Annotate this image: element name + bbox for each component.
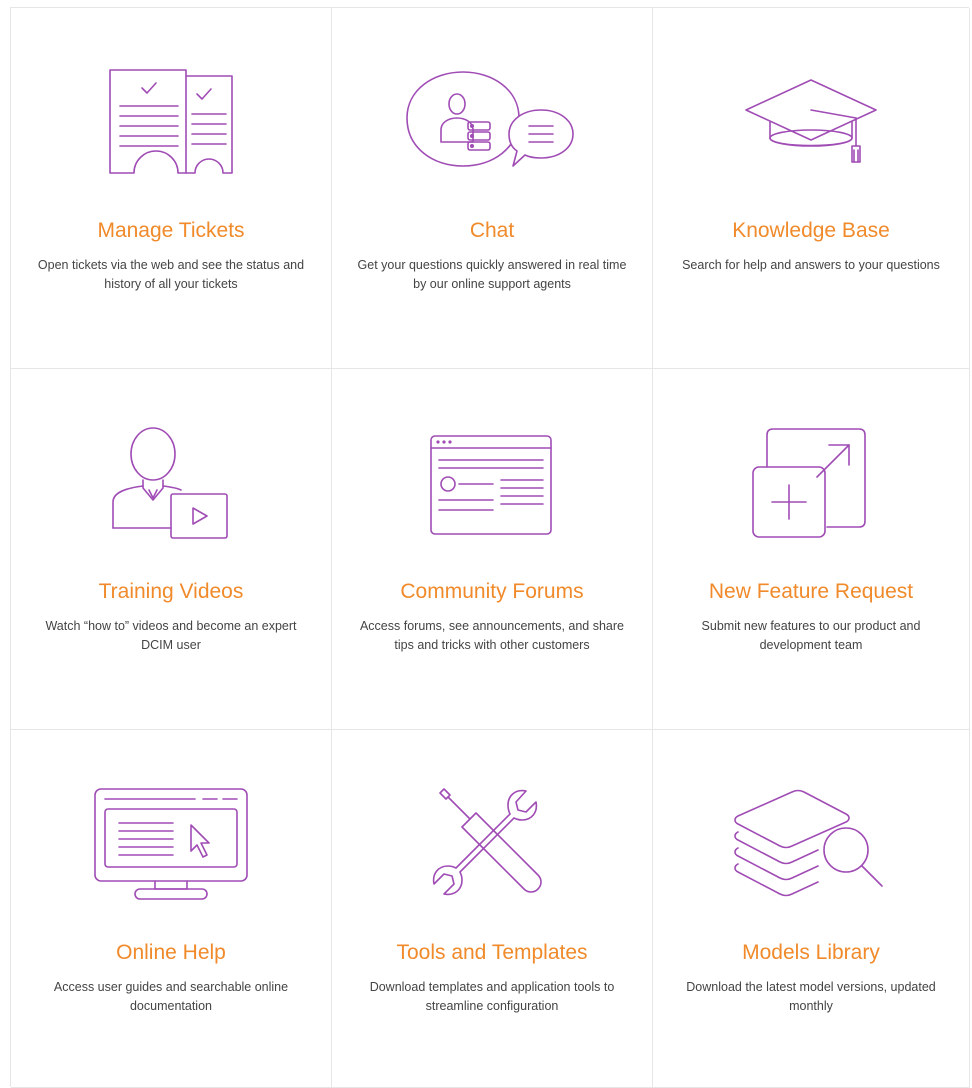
card-description: Get your questions quickly answered in r… [357, 258, 627, 291]
card-title[interactable]: Training Videos [11, 579, 331, 605]
card-description: Download templates and application tools… [369, 980, 615, 1013]
card-description: Download the latest model versions, upda… [686, 980, 936, 1013]
card-title[interactable]: Tools and Templates [332, 940, 652, 966]
card-description: Access forums, see announcements, and sh… [359, 619, 625, 652]
card-knowledge-base[interactable]: Knowledge Base Search for help and answe… [653, 8, 970, 369]
card-new-feature-request[interactable]: New Feature Request Submit new features … [653, 369, 970, 730]
card-description: Open tickets via the web and see the sta… [37, 258, 305, 291]
training-video-icon [11, 424, 331, 544]
new-feature-icon [653, 424, 969, 544]
card-manage-tickets[interactable]: Manage Tickets Open tickets via the web … [11, 8, 332, 369]
card-title[interactable]: New Feature Request [653, 579, 969, 605]
monitor-help-icon [11, 785, 331, 905]
support-options-grid: Manage Tickets Open tickets via the web … [10, 7, 970, 1088]
models-library-icon [653, 785, 969, 905]
chat-icon [332, 63, 652, 183]
card-models-library[interactable]: Models Library Download the latest model… [653, 730, 970, 1088]
card-community-forums[interactable]: Community Forums Access forums, see anno… [332, 369, 653, 730]
card-title[interactable]: Manage Tickets [11, 218, 331, 244]
card-title[interactable]: Knowledge Base [653, 218, 969, 244]
tools-icon [332, 785, 652, 905]
card-description: Search for help and answers to your ques… [682, 258, 940, 272]
card-description: Watch “how to” videos and become an expe… [45, 619, 297, 652]
card-title[interactable]: Models Library [653, 940, 969, 966]
card-description: Submit new features to our product and d… [701, 619, 921, 652]
card-title[interactable]: Community Forums [332, 579, 652, 605]
card-online-help[interactable]: Online Help Access user guides and searc… [11, 730, 332, 1088]
card-chat[interactable]: Chat Get your questions quickly answered… [332, 8, 653, 369]
graduation-cap-icon [653, 63, 969, 183]
card-description: Access user guides and searchable online… [53, 980, 289, 1013]
card-title[interactable]: Online Help [11, 940, 331, 966]
forum-window-icon [332, 424, 652, 544]
tickets-icon [11, 63, 331, 183]
card-title[interactable]: Chat [332, 218, 652, 244]
card-tools-and-templates[interactable]: Tools and Templates Download templates a… [332, 730, 653, 1088]
card-training-videos[interactable]: Training Videos Watch “how to” videos an… [11, 369, 332, 730]
